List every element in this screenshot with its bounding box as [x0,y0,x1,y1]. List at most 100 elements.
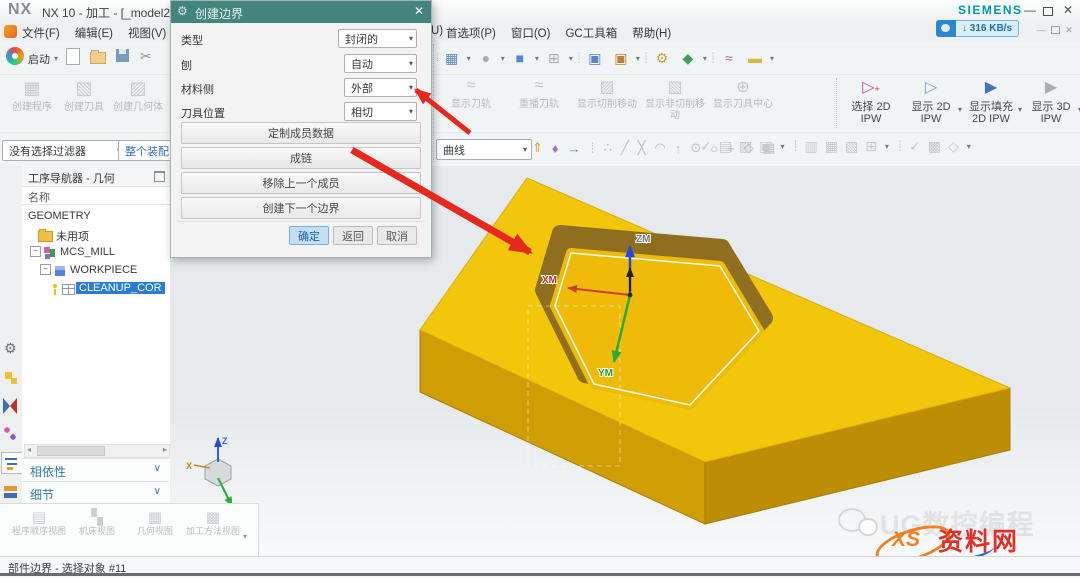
part-navigator-icon[interactable] [3,370,19,386]
view-caret-icon[interactable]: ▾ [967,142,971,151]
restore-button[interactable] [1040,5,1056,19]
measure-caret-icon[interactable]: ▾ [770,54,774,63]
type-dropdown[interactable]: 封闭的▾ [338,29,417,48]
details-section[interactable]: 细节 ∨ [22,481,169,504]
tree-row-mcs-mill[interactable]: − MCS_MILL [22,244,170,262]
chevron-down-icon[interactable]: ∨ [154,463,161,474]
preferences-tool-icon[interactable]: ⚙ [650,46,674,70]
cut-icon[interactable]: ✂ [140,48,152,65]
ok-button[interactable]: 确定 [289,226,329,245]
roles-icon[interactable] [3,426,19,442]
custom-member-data-button[interactable]: 定制成员数据 [181,122,421,144]
toolbar-handle[interactable]: ⁞ [436,53,438,64]
tree-row-unused[interactable]: 未用项 [22,226,170,244]
point-constructor-icon[interactable]: ∴ [604,140,612,156]
assembly-navigator-icon[interactable]: ⚙ [4,340,17,357]
start-caret-icon[interactable]: ▾ [54,54,58,63]
show-3d-ipw-button[interactable]: ▶ 显示 3D IPW ▾ [1022,77,1080,125]
chevron-down-icon[interactable]: ∨ [154,486,161,497]
show-toolpath-button[interactable]: ≈ 显示刀轨 [437,77,505,121]
collapse-icon[interactable]: − [30,246,41,257]
intersection-snap-icon[interactable]: ╳ [638,140,646,156]
midpoint-snap-icon[interactable]: ♦ [552,141,559,156]
copy-icon[interactable]: ▥ [804,138,817,155]
new-file-icon[interactable] [66,48,80,65]
orient-view-icon[interactable]: ■ [508,46,532,70]
vertical-snap-icon[interactable]: ↑ [675,141,682,156]
show-non-cut-moves-button[interactable]: ▧ 显示非切削移动 [641,77,709,121]
machining-method-view-button[interactable]: ▩ 加工方法视图 [186,508,240,536]
report-icon[interactable]: ▨ [739,138,752,155]
start-logo-icon[interactable] [6,47,24,65]
template-icon[interactable]: ▣ [759,138,772,155]
machine-navigator-icon[interactable] [3,484,19,500]
close-button[interactable]: ✕ [1060,3,1076,17]
curve-rule-dropdown[interactable]: 曲线▾ [436,139,532,160]
menu-view[interactable]: 视图(V) [128,25,166,41]
mdi-minimize-button[interactable]: — [1034,25,1048,35]
open-file-icon[interactable] [90,48,106,64]
show-boundary-icon[interactable]: ▣ [583,46,607,70]
collapse-icon[interactable]: − [40,264,51,275]
navigator-column-header[interactable]: 名称 [22,186,170,205]
show-2d-ipw-button[interactable]: ▷ 显示 2D IPW ▾ [902,77,960,125]
start-menu-button[interactable]: 启动 [28,51,50,67]
object-display-icon[interactable]: ⊞ [865,138,877,155]
section-icon[interactable]: ▩ [928,138,941,155]
menu-edit[interactable]: 编辑(E) [75,25,113,41]
replay-toolpath-button[interactable]: ≈ 重播刀轨 [505,77,573,121]
material-side-dropdown[interactable]: 外部▾ [344,78,417,97]
orient-view-caret-icon[interactable]: ▾ [535,54,539,63]
arrow-snap-icon[interactable]: → [568,141,581,156]
line-snap-icon[interactable]: ╱ [621,140,629,156]
check-icon[interactable]: ✓ [909,138,921,155]
menu-preferences[interactable]: 首选项(P) [446,25,496,41]
menu-window[interactable]: 窗口(O) [511,25,551,41]
directions-caret-icon[interactable]: ▾ [703,54,707,63]
wcs-caret-icon[interactable]: ▾ [636,54,640,63]
geometry-view-button[interactable]: ▦ 几何视图 [128,508,182,536]
dependencies-section[interactable]: 相依性 ∨ [22,458,169,481]
show-tool-center-button[interactable]: ⊕ 显示刀具中心 [709,77,777,121]
navigator-horizontal-scrollbar[interactable]: ◂ ▸ [24,444,170,458]
more-views-caret-icon[interactable]: ▾ [243,532,247,541]
endpoint-snap-icon[interactable]: ⇑ [532,140,543,156]
wcs-display-icon[interactable]: ▣ [609,46,633,70]
machine-tool-view-button[interactable]: ▚ 机床视图 [70,508,124,536]
tree-row-cleanup[interactable]: CLEANUP_COR [22,280,170,298]
chain-button[interactable]: 成链 [181,147,421,169]
create-tool-button[interactable]: ▧ 创建刀具 [58,78,110,113]
back-button[interactable]: 返回 [333,226,373,245]
menu-help[interactable]: 帮助(H) [632,25,671,41]
edit-caret-icon[interactable]: ▾ [885,142,889,151]
analysis-icon[interactable]: ≈ [717,46,741,70]
operation-navigator-tab[interactable] [1,452,23,474]
constraint-navigator-icon[interactable] [3,398,17,414]
fit-view-caret-icon[interactable]: ▾ [467,54,471,63]
paste-icon[interactable]: ▦ [825,138,838,155]
arc-snap-icon[interactable]: ◠ [655,140,666,156]
cancel-button[interactable]: 取消 [377,226,417,245]
create-next-boundary-button[interactable]: 创建下一个边界 [181,197,421,219]
save-icon[interactable] [116,49,129,62]
isometric-icon[interactable]: ◇ [948,138,959,155]
rendering-style-icon[interactable]: ● [474,46,498,70]
menu-gc-toolbox[interactable]: GC工具箱 [565,25,617,41]
mdi-restore-button[interactable] [1048,26,1062,36]
list-icon[interactable]: ▤ [719,138,732,155]
dialog-close-icon[interactable]: ✕ [414,4,424,18]
menu-file[interactable]: 文件(F) [22,25,60,41]
pin-panel-icon[interactable] [154,171,165,182]
remove-last-member-button[interactable]: 移除上一个成员 [181,172,421,194]
fit-view-icon[interactable]: ▦ [440,46,464,70]
verify-icon[interactable]: ✓ [700,138,712,155]
program-order-view-button[interactable]: ▤ 程序顺序视图 [12,508,66,536]
show-filled-2d-ipw-button[interactable]: ▶ 显示填充 2D IPW ▾ [962,77,1020,125]
layer-settings-caret-icon[interactable]: ▾ [569,54,573,63]
tree-row-geometry[interactable]: GEOMETRY [22,208,170,226]
plane-dropdown[interactable]: 自动▾ [344,54,417,73]
create-geometry-button[interactable]: ▨ 创建几何体 [112,78,164,113]
measure-icon[interactable]: ▬ [743,46,767,70]
tree-row-workpiece[interactable]: − WORKPIECE [22,262,170,280]
select-2d-ipw-button[interactable]: ▷+ 选择 2D IPW [842,77,900,125]
